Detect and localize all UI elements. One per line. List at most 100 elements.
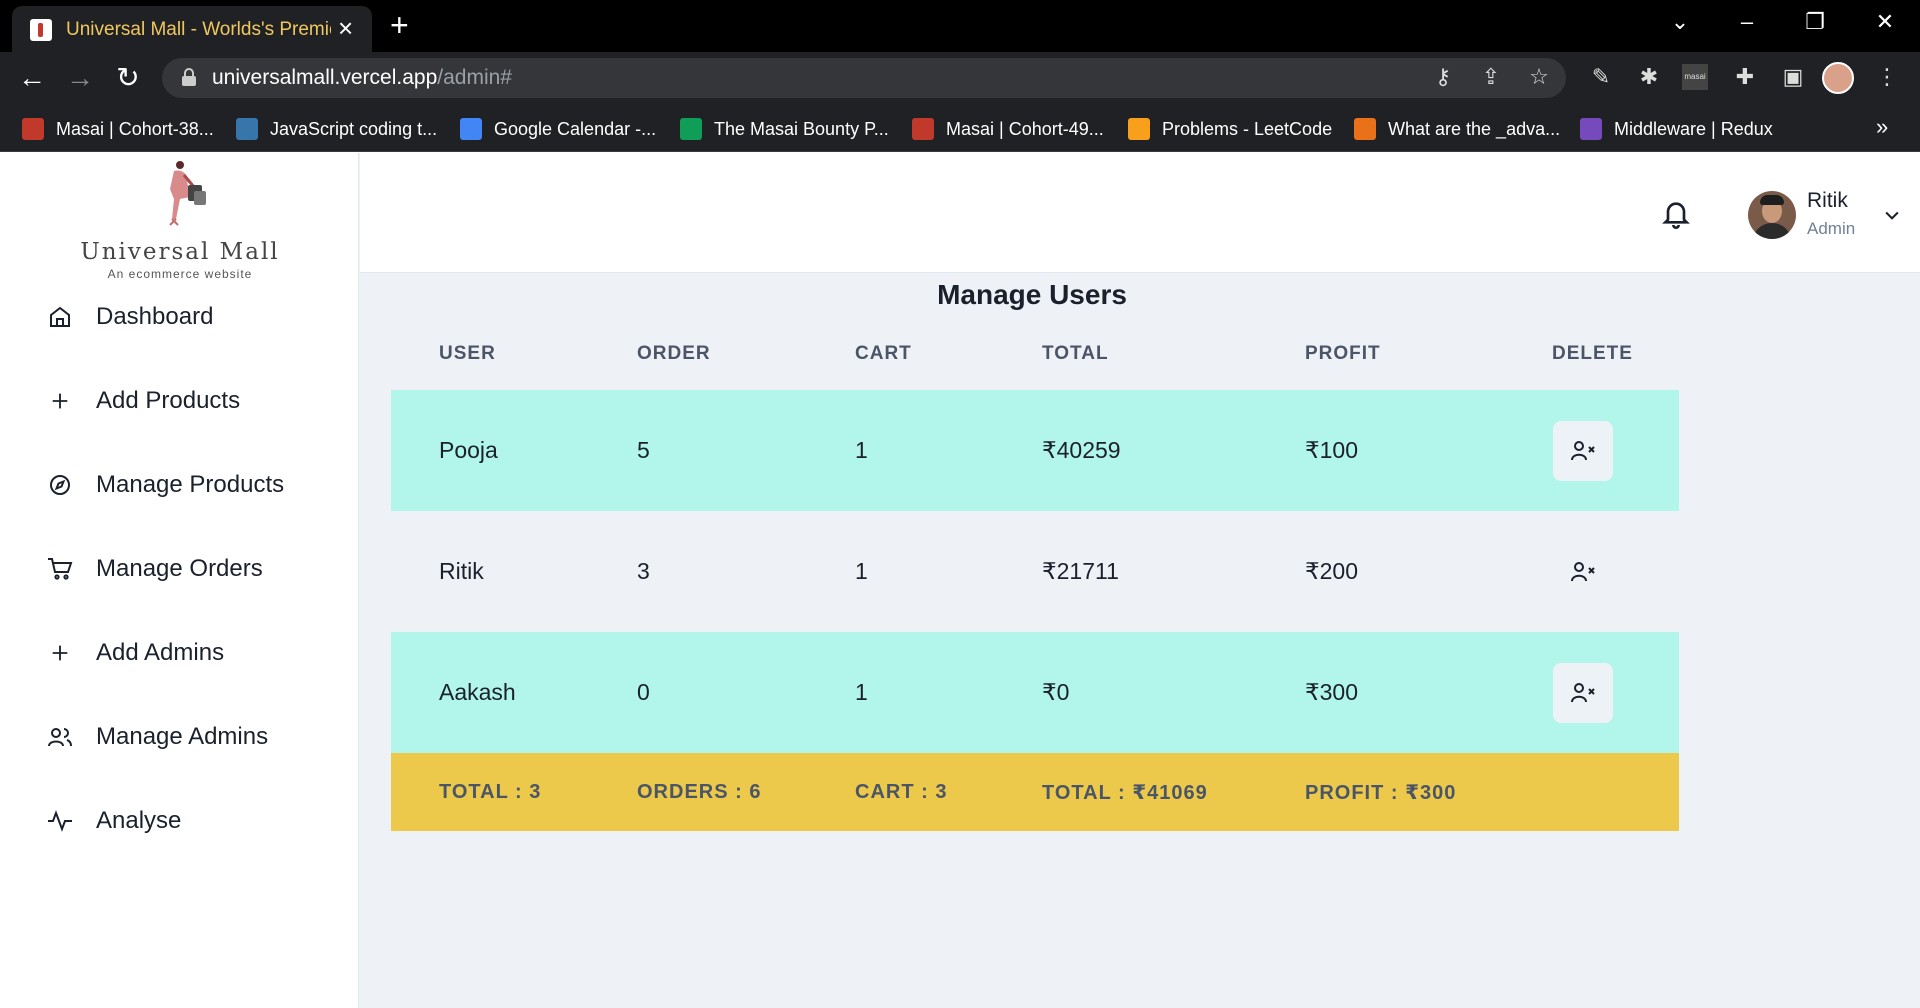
- user-name[interactable]: Ritik: [1807, 189, 1848, 213]
- menu-kebab-icon[interactable]: ⋮: [1872, 62, 1902, 92]
- sidebar-item-add-products[interactable]: Add Products: [44, 379, 344, 423]
- cell-total: ₹40259: [1042, 437, 1121, 463]
- sidebar-item-add-admins[interactable]: Add Admins: [44, 631, 344, 675]
- bookmark-item[interactable]: Problems - LeetCode: [1128, 116, 1332, 142]
- footer-total-profit: PROFIT : ₹300: [1305, 781, 1457, 804]
- home-icon: [44, 301, 76, 333]
- extension-pen-icon[interactable]: ✎: [1586, 62, 1616, 92]
- leetcode-icon: [1128, 118, 1150, 140]
- compass-icon: [44, 469, 76, 501]
- table-row: Pooja 5 1 ₹40259 ₹100: [391, 390, 1679, 511]
- notification-bell-icon[interactable]: [1660, 197, 1692, 229]
- python-icon: [236, 118, 258, 140]
- browser-tab[interactable]: Universal Mall - Worlds's Premier ×: [12, 6, 372, 52]
- side-panel-icon[interactable]: ▣: [1778, 62, 1808, 92]
- bookmark-item[interactable]: Masai | Cohort-38...: [22, 116, 214, 142]
- cell-user: Pooja: [439, 437, 498, 463]
- restore-icon[interactable]: ❐: [1795, 10, 1835, 34]
- bookmark-item[interactable]: Middleware | Redux: [1580, 116, 1773, 142]
- extension-masai-icon[interactable]: masai: [1682, 64, 1708, 90]
- more-bookmarks-icon[interactable]: »: [1876, 114, 1888, 140]
- avatar[interactable]: [1748, 191, 1796, 239]
- address-bar[interactable]: universalmall.vercel.app/admin# ⚷ ⇪ ☆: [162, 58, 1566, 98]
- sidebar-item-manage-orders[interactable]: Manage Orders: [44, 547, 344, 591]
- bookmark-favicon-icon: [1354, 118, 1376, 140]
- sheets-icon: [680, 118, 702, 140]
- footer-total-cart: CART : 3: [855, 780, 948, 803]
- forward-icon[interactable]: →: [60, 62, 100, 94]
- sidebar-item-manage-admins[interactable]: Manage Admins: [44, 715, 344, 759]
- table-header-row: USER ORDER CART TOTAL PROFIT DELETE: [391, 318, 1679, 390]
- cell-total: ₹21711: [1042, 558, 1119, 584]
- sidebar-item-label: Add Products: [96, 387, 241, 414]
- footer-total-users: TOTAL : 3: [439, 780, 542, 803]
- column-header-profit: PROFIT: [1305, 343, 1381, 364]
- bookmark-item[interactable]: What are the _adva...: [1354, 116, 1560, 142]
- reload-icon[interactable]: ↻: [108, 62, 148, 94]
- cell-user: Aakash: [439, 679, 516, 705]
- plus-icon: [44, 637, 76, 669]
- logo[interactable]: Universal Mall An ecommerce website: [60, 155, 300, 285]
- page-title: Manage Users: [937, 279, 1127, 310]
- cell-profit: ₹300: [1305, 679, 1359, 705]
- tab-search-icon[interactable]: ⌄: [1660, 10, 1700, 34]
- bookmark-star-icon[interactable]: ☆: [1524, 64, 1554, 90]
- activity-icon: [44, 805, 76, 837]
- bookmark-label: The Masai Bounty P...: [714, 118, 889, 139]
- lock-icon[interactable]: [182, 68, 196, 86]
- sidebar-item-analyse[interactable]: Analyse: [44, 799, 344, 843]
- extension-bug-icon[interactable]: ✱: [1634, 62, 1664, 92]
- bookmark-label: Masai | Cohort-49...: [946, 118, 1104, 139]
- browser-toolbar: ← → ↻ universalmall.vercel.app/admin# ⚷ …: [0, 52, 1920, 104]
- delete-user-button[interactable]: [1553, 662, 1613, 723]
- users-icon: [44, 721, 76, 753]
- browser-tab-bar: Universal Mall - Worlds's Premier × + ⌄ …: [0, 0, 1920, 52]
- profile-avatar[interactable]: [1822, 62, 1854, 94]
- new-tab-icon[interactable]: +: [390, 8, 409, 42]
- chevron-down-icon[interactable]: [1882, 205, 1902, 225]
- sidebar: Universal Mall An ecommerce website Dash…: [0, 153, 359, 1008]
- user-remove-icon: [1571, 561, 1595, 581]
- cell-profit: ₹100: [1305, 437, 1359, 463]
- bookmark-label: Problems - LeetCode: [1162, 118, 1333, 139]
- site-favicon-icon: [30, 19, 52, 41]
- close-tab-icon[interactable]: ×: [338, 14, 353, 42]
- bookmark-item[interactable]: Masai | Cohort-49...: [912, 116, 1104, 142]
- user-remove-icon: [1571, 440, 1595, 460]
- calendar-icon: [460, 118, 482, 140]
- tab-title: Universal Mall - Worlds's Premier: [66, 19, 331, 40]
- sidebar-item-dashboard[interactable]: Dashboard: [44, 295, 344, 339]
- column-header-user: USER: [439, 343, 496, 364]
- minimize-icon[interactable]: –: [1727, 10, 1767, 34]
- cell-cart: 1: [855, 437, 868, 463]
- column-header-order: ORDER: [637, 343, 711, 364]
- top-header: Ritik Admin: [360, 153, 1920, 273]
- cell-order: 3: [637, 558, 650, 584]
- sidebar-item-label: Analyse: [96, 807, 182, 834]
- sidebar-item-manage-products[interactable]: Manage Products: [44, 463, 344, 507]
- key-icon[interactable]: ⚷: [1428, 64, 1458, 90]
- table-row: Ritik 3 1 ₹21711 ₹200: [391, 511, 1679, 632]
- close-window-icon[interactable]: ✕: [1865, 10, 1905, 34]
- cell-total: ₹0: [1042, 679, 1070, 705]
- bookmark-label: Middleware | Redux: [1614, 118, 1773, 139]
- bookmark-label: Masai | Cohort-38...: [56, 118, 214, 139]
- table-footer-row: TOTAL : 3 ORDERS : 6 CART : 3 TOTAL : ₹4…: [391, 753, 1679, 831]
- bookmark-item[interactable]: JavaScript coding t...: [236, 116, 437, 142]
- user-role: Admin: [1807, 219, 1856, 238]
- cell-order: 0: [637, 679, 650, 705]
- back-icon[interactable]: ←: [12, 62, 52, 94]
- logo-name: Universal Mall: [80, 239, 280, 265]
- bookmark-item[interactable]: The Masai Bounty P...: [680, 116, 889, 142]
- column-header-total: TOTAL: [1042, 343, 1109, 364]
- extensions-puzzle-icon[interactable]: ✚: [1730, 62, 1760, 92]
- sidebar-item-label: Add Admins: [96, 639, 225, 666]
- bookmark-item[interactable]: Google Calendar -...: [460, 116, 656, 142]
- bookmark-label: Google Calendar -...: [494, 118, 657, 139]
- column-header-delete: DELETE: [1552, 343, 1633, 364]
- table-row: Aakash 0 1 ₹0 ₹300: [391, 632, 1679, 753]
- bookmark-label: What are the _adva...: [1388, 118, 1561, 139]
- delete-user-button[interactable]: [1553, 420, 1613, 481]
- share-icon[interactable]: ⇪: [1476, 64, 1506, 90]
- delete-user-button[interactable]: [1553, 542, 1613, 602]
